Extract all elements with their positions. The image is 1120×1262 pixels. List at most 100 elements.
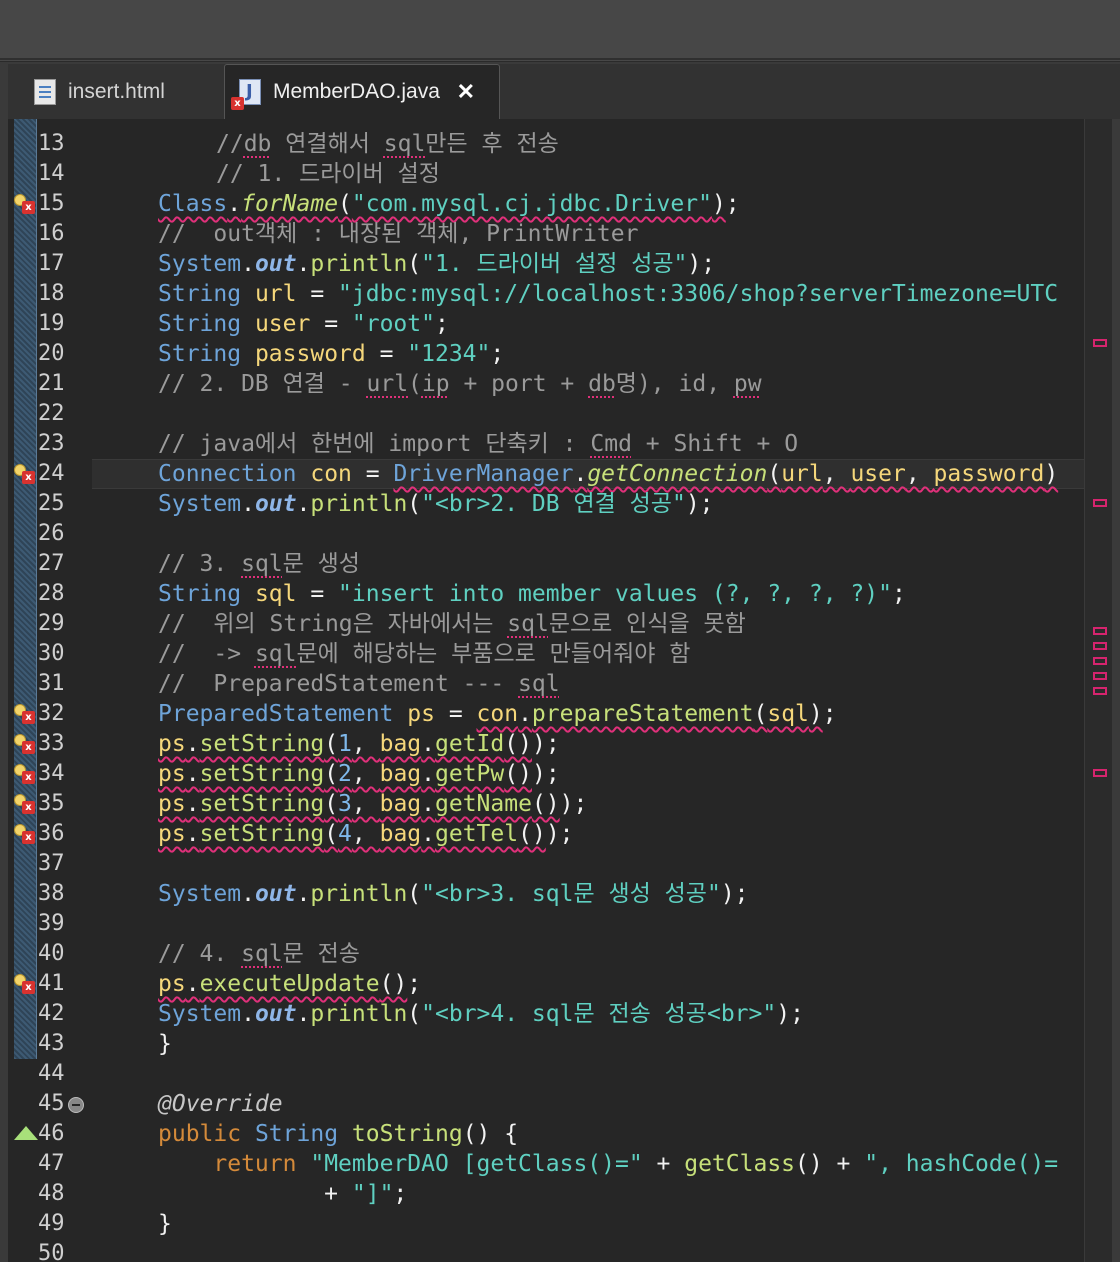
code-line[interactable]: 14 // 1. 드라이버 설정 [8, 159, 1084, 189]
code-line[interactable]: 43} [8, 1029, 1084, 1059]
code-line[interactable]: 22 [8, 399, 1084, 429]
code-line[interactable]: 20 String password = "1234"; [8, 339, 1084, 369]
code-line[interactable]: 33 x ps.setString(1, bag.getId()); [8, 729, 1084, 759]
java-file-icon: x [231, 79, 261, 110]
code-line[interactable]: 38 System.out.println("<br>3. sql문 생성 성공"… [8, 879, 1084, 909]
code-line[interactable]: 18 String url = "jdbc:mysql://localhost:3… [8, 279, 1084, 309]
code-token: ); [685, 491, 714, 517]
code-line[interactable]: 46 public String toString() { [8, 1119, 1084, 1149]
line-number: 42 [38, 1001, 65, 1026]
code-line[interactable]: 15 x Class.forName("com.mysql.cj.jdbc.Driv… [8, 189, 1084, 219]
code-token: ( [407, 251, 422, 277]
editor-tab-bar: insert.html x MemberDAO.java ✕ [8, 64, 1120, 119]
code-line[interactable]: 36 x ps.setString(4, bag.getTel()); [8, 819, 1084, 849]
code-token: ps [158, 821, 186, 847]
quick-fix-error-icon[interactable]: x [14, 464, 38, 484]
code-line[interactable]: 41 x ps.executeUpdate(); [8, 969, 1084, 999]
code-token: 3 [338, 791, 352, 817]
error-marker[interactable] [1093, 672, 1107, 680]
code-token: + [642, 1151, 685, 1177]
error-marker[interactable] [1093, 657, 1107, 665]
code-token: @Override [158, 1091, 283, 1117]
code-text: ps.setString(2, bag.getPw()); [158, 759, 560, 789]
code-line[interactable]: 28 String sql = "insert into member value… [8, 579, 1084, 609]
code-line[interactable]: 49} [8, 1209, 1084, 1239]
code-token: () { [462, 1121, 519, 1147]
code-line[interactable]: 29 // 위의 String은 자바에서는 sql문으로 인식을 못함 [8, 609, 1084, 639]
code-token: sql [241, 941, 283, 967]
code-line[interactable]: 25 System.out.println("<br>2. DB 연결 성공"); [8, 489, 1084, 519]
code-token: . [241, 251, 255, 277]
code-line[interactable]: 37 [8, 849, 1084, 879]
code-token: sql [241, 551, 283, 577]
code-token: () + [795, 1151, 865, 1177]
code-token: ; [490, 341, 505, 367]
code-line[interactable]: 32 x PreparedStatement ps = con.prepareSta… [8, 699, 1084, 729]
override-indicator-icon[interactable] [14, 1126, 38, 1140]
code-text: ps.setString(1, bag.getId()); [158, 729, 560, 759]
code-token: , [351, 821, 380, 847]
code-token: executeUpdate [199, 971, 380, 997]
tab-insert-html[interactable]: insert.html [18, 64, 228, 119]
close-icon[interactable]: ✕ [454, 79, 478, 105]
quick-fix-error-icon[interactable]: x [14, 794, 38, 814]
code-line[interactable]: 47 return "MemberDAO [getClass()=" + get… [8, 1149, 1084, 1179]
code-token: . [241, 881, 255, 907]
code-line[interactable]: 48 + "]"; [8, 1179, 1084, 1209]
fold-collapse-icon[interactable] [68, 1097, 84, 1113]
code-line[interactable]: 34 x ps.setString(2, bag.getPw()); [8, 759, 1084, 789]
code-line[interactable]: 24 x Connection con = DriverManager.getCon… [8, 459, 1084, 489]
code-token: . [421, 761, 436, 787]
code-line[interactable]: 17 System.out.println("1. 드라이버 설정 성공"); [8, 249, 1084, 279]
code-line[interactable]: 45 @Override [8, 1089, 1084, 1119]
tab-memberdao-java[interactable]: x MemberDAO.java ✕ [224, 64, 500, 119]
quick-fix-error-icon[interactable]: x [14, 764, 38, 784]
quick-fix-error-icon[interactable]: x [14, 704, 38, 724]
quick-fix-error-icon[interactable]: x [14, 194, 38, 214]
code-line[interactable]: 16 // out객체 : 내장된 객체, PrintWriter [8, 219, 1084, 249]
error-marker[interactable] [1093, 687, 1107, 695]
code-line[interactable]: 26 [8, 519, 1084, 549]
code-text: System.out.println("<br>4. sql문 전송 성공<br… [158, 999, 804, 1029]
code-token: ( [407, 881, 422, 907]
code-line[interactable]: 31 // PreparedStatement --- sql [8, 669, 1084, 699]
code-token: "<br>4. sql문 전송 성공<br>" [421, 1001, 777, 1027]
error-marker[interactable] [1093, 769, 1107, 777]
error-marker[interactable] [1093, 642, 1107, 650]
code-line[interactable]: 39 [8, 909, 1084, 939]
code-line[interactable]: 40 // 4. sql문 전송 [8, 939, 1084, 969]
code-line[interactable]: 13 //db 연결해서 sql만든 후 전송 [8, 129, 1084, 159]
code-line[interactable]: 23 // java에서 한번에 import 단축키 : Cmd + Shift… [8, 429, 1084, 459]
code-line[interactable]: 50 [8, 1239, 1084, 1262]
code-line[interactable]: 30 // -> sql문에 해당하는 부품으로 만들어줘야 함 [8, 639, 1084, 669]
code-line[interactable]: 44 [8, 1059, 1084, 1089]
code-token: // 2. DB 연결 - [158, 371, 367, 397]
code-token: ; [725, 191, 740, 217]
error-marker[interactable] [1093, 499, 1107, 507]
quick-fix-error-icon[interactable]: x [14, 824, 38, 844]
code-token: . [185, 791, 200, 817]
code-token: toString [351, 1121, 463, 1147]
code-token: } [158, 1031, 172, 1057]
error-marker[interactable] [1093, 627, 1107, 635]
overview-ruler[interactable] [1084, 119, 1112, 1262]
code-token: 연결해서 [271, 131, 384, 157]
code-text: public String toString() { [158, 1119, 518, 1149]
code-line[interactable]: 42 System.out.println("<br>4. sql문 전송 성공<… [8, 999, 1084, 1029]
quick-fix-error-icon[interactable]: x [14, 734, 38, 754]
code-token: url [254, 281, 297, 307]
code-line[interactable]: 21 // 2. DB 연결 - url(ip + port + db명), id… [8, 369, 1084, 399]
code-line[interactable]: 19 String user = "root"; [8, 309, 1084, 339]
quick-fix-error-icon[interactable]: x [14, 974, 38, 994]
code-line[interactable]: 35 x ps.setString(3, bag.getName()); [8, 789, 1084, 819]
code-token: () [379, 971, 408, 997]
error-marker[interactable] [1093, 339, 1107, 347]
code-token: public [158, 1121, 242, 1147]
line-number: 27 [38, 551, 65, 576]
code-editor[interactable]: 13//db 연결해서 sql만든 후 전송 14// 1. 드라이버 설정 15 x… [8, 119, 1112, 1262]
code-line[interactable]: 27 // 3. sql문 생성 [8, 549, 1084, 579]
code-text: } [158, 1209, 172, 1239]
code-token: ( [338, 191, 352, 217]
